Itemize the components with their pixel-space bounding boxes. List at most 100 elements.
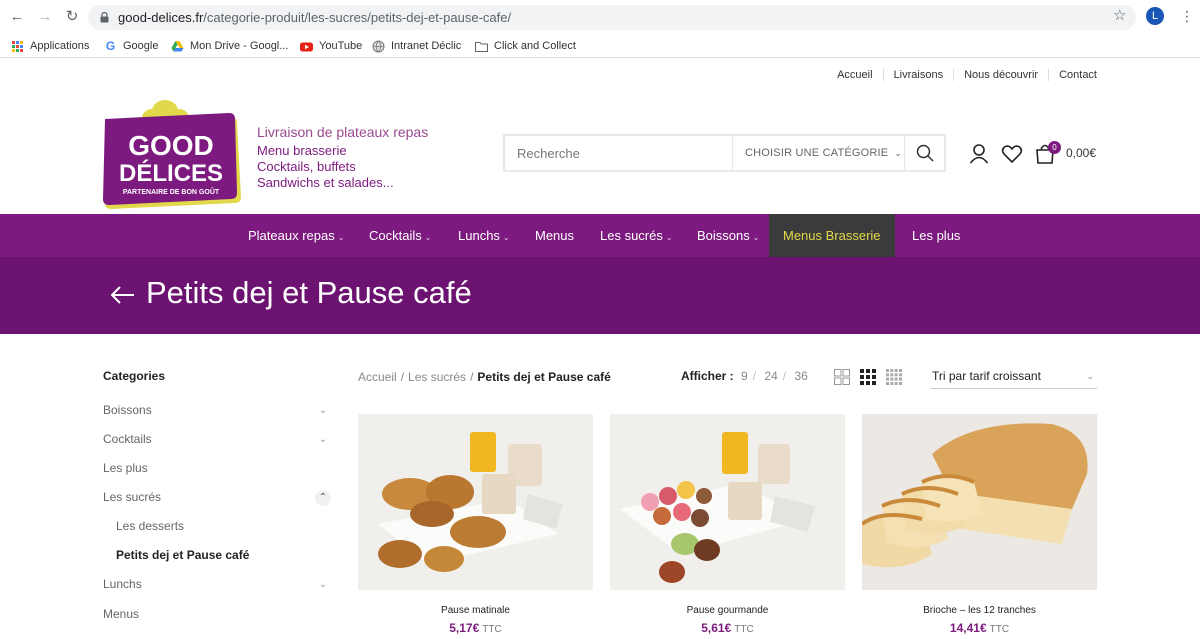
top-link-contact[interactable]: Contact (1049, 69, 1097, 81)
product-image[interactable] (860, 414, 1097, 590)
sidebar-item-les-plus[interactable]: Les plus (103, 461, 331, 479)
product-image[interactable] (358, 414, 593, 590)
main-nav: Plateaux repas ⌄ Cocktails ⌄ Lunchs ⌄ Menus… (0, 214, 1200, 257)
top-link-livraisons[interactable]: Livraisons (884, 69, 955, 81)
per-page-option-24[interactable]: 24 (764, 369, 777, 383)
price-suffix: TTC (734, 624, 754, 635)
sort-select[interactable]: Tri par tarif croissant ⌄ (931, 366, 1097, 389)
bookmark-applications[interactable]: Applications (11, 37, 89, 55)
url-text: good-delices.fr/categorie-produit/les-su… (118, 10, 512, 25)
bookmark-google[interactable]: G Google (104, 37, 159, 55)
lock-icon (100, 12, 109, 23)
grid-3-columns-icon[interactable] (860, 369, 876, 385)
product-name[interactable]: Brioche – les 12 tranches (862, 605, 1097, 616)
forward-icon[interactable]: → (36, 8, 54, 26)
nav-menus[interactable]: Menus (535, 214, 574, 257)
sidebar-item-cocktails[interactable]: Cocktails ⌄ (103, 432, 331, 450)
nav-label: Les plus (912, 228, 961, 243)
address-bar[interactable]: good-delices.fr/categorie-produit/les-su… (88, 5, 1136, 30)
tagline-line: Menu brasserie (257, 143, 347, 158)
search-input[interactable] (505, 136, 732, 170)
sort-select-value: Tri par tarif croissant (932, 369, 1041, 383)
svg-text:PARTENAIRE DE BON GOÛT: PARTENAIRE DE BON GOÛT (123, 187, 220, 196)
tagline-lead: Livraison de plateaux repas (257, 124, 429, 140)
breadcrumb-current: Petits dej et Pause café (477, 370, 611, 384)
bookmarks-bar: Applications G Google Mon Drive - Googl.… (0, 34, 1200, 58)
breadcrumb-les-sucres[interactable]: Les sucrés (408, 370, 466, 384)
product-image[interactable] (610, 414, 845, 590)
nav-cocktails[interactable]: Cocktails ⌄ (369, 214, 431, 257)
chevron-down-icon: ⌄ (337, 233, 345, 242)
nav-label: Boissons (697, 228, 750, 243)
chevron-down-icon[interactable]: ⌄ (315, 432, 331, 448)
per-page-option-36[interactable]: 36 (794, 369, 807, 383)
nav-label: Menus Brasserie (783, 228, 881, 243)
google-icon: G (105, 38, 116, 53)
nav-label: Les sucrés (600, 228, 663, 243)
cart-total[interactable]: 0,00€ (1066, 146, 1096, 160)
grid-4-columns-icon[interactable] (886, 369, 902, 385)
product-price: 14,41€ TTC (862, 621, 1097, 635)
profile-avatar[interactable]: L (1146, 7, 1164, 25)
bookmark-intranet[interactable]: Intranet Déclic (372, 37, 461, 55)
nav-boissons[interactable]: Boissons ⌄ (697, 214, 759, 257)
user-icon[interactable] (968, 143, 990, 165)
globe-icon (372, 40, 385, 52)
sidebar-item-les-desserts[interactable]: Les desserts (116, 519, 344, 537)
search-button[interactable] (904, 136, 944, 170)
chevron-down-icon: ⌄ (424, 233, 432, 242)
category-select[interactable]: CHOISIR UNE CATÉGORIE ⌄ (732, 136, 904, 170)
breadcrumb-accueil[interactable]: Accueil (358, 370, 397, 384)
product-card[interactable]: Pause gourmande 5,61€ TTC (610, 414, 845, 635)
product-card[interactable]: Brioche – les 12 tranches 14,41€ TTC (860, 414, 1097, 635)
nav-plateaux-repas[interactable]: Plateaux repas ⌄ (248, 214, 344, 257)
nav-les-sucres[interactable]: Les sucrés ⌄ (600, 214, 673, 257)
sidebar-item-label: Les sucrés (103, 490, 162, 504)
per-page-label: Afficher : (681, 369, 734, 383)
bookmark-star-icon[interactable]: ☆ (1113, 8, 1126, 24)
site-logo[interactable]: GOOD DÉLICES PARTENAIRE DE BON GOÛT (103, 97, 243, 210)
back-icon[interactable]: ← (8, 8, 26, 26)
sidebar-item-lunchs[interactable]: Lunchs ⌄ (103, 577, 331, 595)
product-name[interactable]: Pause gourmande (610, 605, 845, 616)
back-arrow-icon[interactable] (110, 283, 136, 307)
sidebar-item-label: Petits dej et Pause café (116, 548, 250, 562)
nav-label: Menus (535, 228, 575, 243)
menu-icon[interactable]: ⋮ (1180, 8, 1194, 25)
chevron-down-icon: ⌄ (1086, 371, 1094, 381)
bookmark-youtube[interactable]: YouTube (300, 37, 362, 55)
sidebar-item-les-sucres[interactable]: Les sucrés ⌃ (103, 490, 331, 508)
page-title-band: Petits dej et Pause café (0, 257, 1200, 334)
nav-menus-brasserie[interactable]: Menus Brasserie (769, 214, 895, 257)
sidebar-item-boissons[interactable]: Boissons ⌄ (103, 403, 331, 421)
sidebar-item-petits-dej[interactable]: Petits dej et Pause café (116, 548, 344, 566)
top-link-nous-decouvrir[interactable]: Nous découvrir (954, 69, 1050, 81)
sidebar-item-label: Cocktails (103, 432, 152, 446)
bookmark-label: Click and Collect (494, 40, 576, 52)
chevron-down-icon[interactable]: ⌄ (315, 403, 331, 419)
bookmark-click-and-collect[interactable]: Click and Collect (475, 37, 576, 55)
bookmark-drive[interactable]: Mon Drive - Googl... (171, 37, 288, 55)
bookmark-label: YouTube (319, 40, 363, 52)
top-link-accueil[interactable]: Accueil (827, 69, 884, 81)
sidebar-item-label: Boissons (103, 403, 152, 417)
sidebar-item-label: Les desserts (116, 519, 185, 533)
top-links: Accueil Livraisons Nous découvrir Contac… (827, 69, 1097, 81)
heart-icon[interactable] (1001, 143, 1023, 165)
chevron-up-icon[interactable]: ⌃ (315, 490, 331, 506)
category-select-label: CHOISIR UNE CATÉGORIE (745, 147, 889, 159)
bookmark-label: Intranet Déclic (391, 40, 462, 52)
per-page-option-9[interactable]: 9 (741, 369, 748, 383)
product-card[interactable]: Pause matinale 5,17€ TTC (358, 414, 593, 635)
price-value: 5,17€ (449, 621, 480, 635)
product-name[interactable]: Pause matinale (358, 605, 593, 616)
chevron-down-icon[interactable]: ⌄ (315, 577, 331, 593)
sidebar-item-menus[interactable]: Menus (103, 607, 331, 625)
youtube-icon (300, 42, 313, 51)
price-suffix: TTC (989, 624, 1010, 635)
nav-les-plus[interactable]: Les plus (912, 214, 960, 257)
grid-2-columns-icon[interactable] (834, 369, 850, 385)
nav-lunchs[interactable]: Lunchs ⌄ (458, 214, 510, 257)
nav-label: Cocktails (369, 228, 422, 243)
reload-icon[interactable]: ↻ (63, 8, 81, 26)
